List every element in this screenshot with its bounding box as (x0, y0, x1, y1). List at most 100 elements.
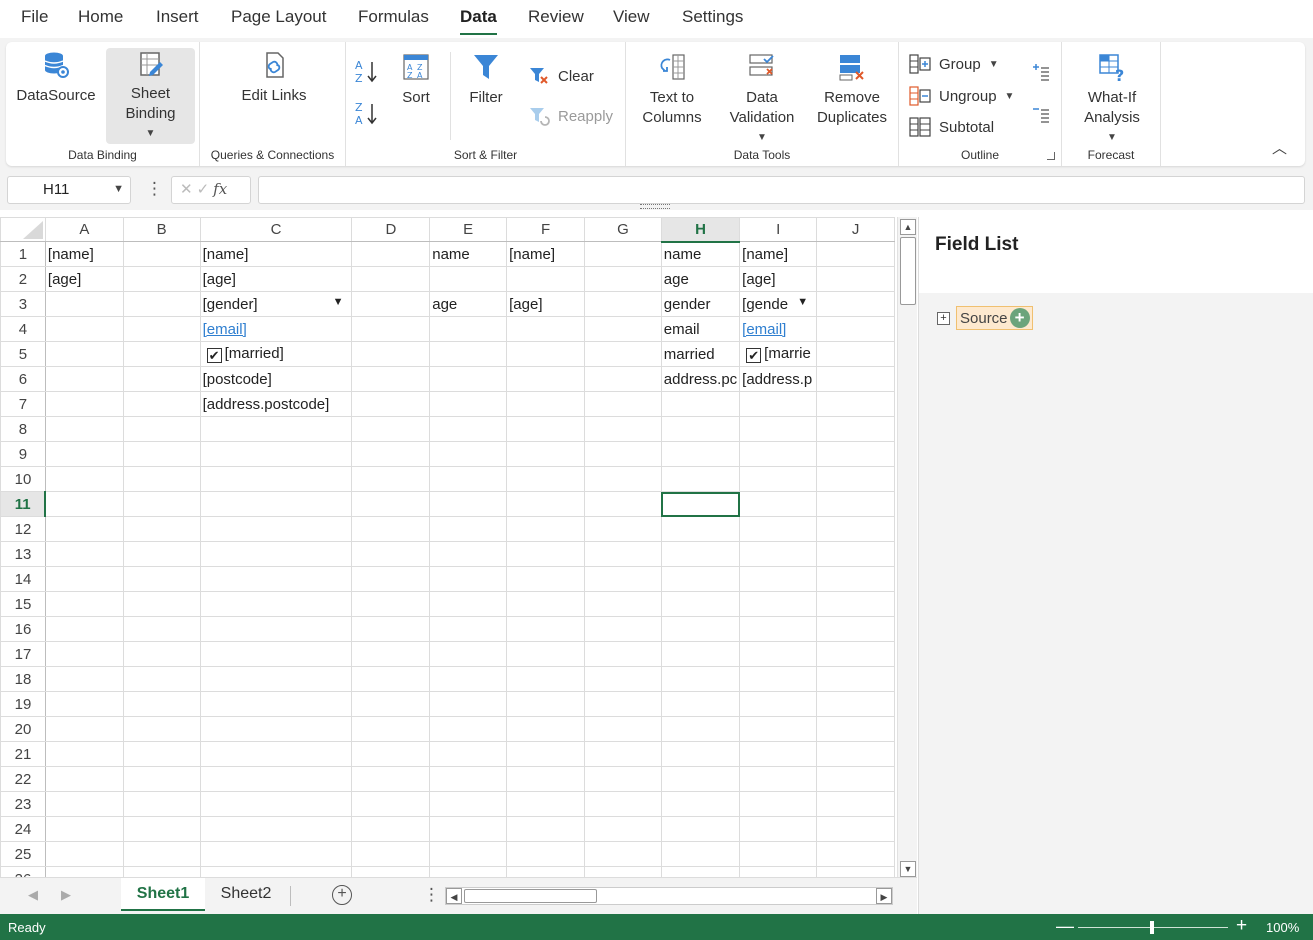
checkbox[interactable]: ✔ (746, 348, 762, 363)
cell-D20[interactable] (351, 716, 431, 742)
cell-C6[interactable]: [postcode] (199, 366, 353, 392)
menu-settings[interactable]: Settings (682, 7, 743, 27)
cell-A8[interactable] (44, 416, 124, 442)
cell-F18[interactable] (506, 666, 586, 692)
prev-sheet-icon[interactable]: ◀ (28, 887, 38, 903)
collapse-ribbon-icon[interactable]: ︿ (1272, 137, 1287, 158)
column-header[interactable]: G (584, 217, 662, 242)
formula-input[interactable] (258, 176, 1305, 204)
row-header[interactable]: 23 (0, 791, 46, 817)
cell-J12[interactable] (816, 516, 895, 542)
cell-I17[interactable] (739, 641, 818, 667)
cell-B26[interactable] (122, 866, 201, 877)
clear-filter-button[interactable]: Clear (528, 66, 594, 86)
cell-B8[interactable] (122, 416, 201, 442)
resize-grip[interactable] (640, 204, 670, 209)
dialog-launcher-icon[interactable] (1047, 152, 1055, 160)
cell-J22[interactable] (816, 766, 895, 792)
cell-B20[interactable] (122, 716, 201, 742)
cell-F23[interactable] (506, 791, 586, 817)
cell-F16[interactable] (506, 616, 586, 642)
cell-C18[interactable] (199, 666, 353, 692)
edit-links-button[interactable]: Edit Links (224, 50, 324, 130)
menu-formulas[interactable]: Formulas (358, 7, 429, 27)
cell-J7[interactable] (816, 391, 895, 417)
scroll-up-icon[interactable]: ▲ (900, 219, 916, 235)
cell-G23[interactable] (584, 791, 662, 817)
cell-D21[interactable] (351, 741, 431, 767)
cell-I11[interactable] (739, 491, 818, 517)
cell-I20[interactable] (739, 716, 818, 742)
cell-J9[interactable] (816, 441, 895, 467)
source-node[interactable]: Source + (956, 306, 1033, 330)
cell-C19[interactable] (199, 691, 353, 717)
cell-J8[interactable] (816, 416, 895, 442)
cell-G21[interactable] (584, 741, 662, 767)
cell-F22[interactable] (506, 766, 586, 792)
cell-C22[interactable] (199, 766, 353, 792)
cell-B23[interactable] (122, 791, 201, 817)
cell-A19[interactable] (44, 691, 124, 717)
cell-G6[interactable] (584, 366, 662, 392)
scroll-right-icon[interactable]: ▶ (876, 888, 892, 904)
cell-J26[interactable] (816, 866, 895, 877)
row-header[interactable]: 22 (0, 766, 46, 792)
cell-I8[interactable] (739, 416, 818, 442)
cell-F25[interactable] (506, 841, 586, 867)
cell-B19[interactable] (122, 691, 201, 717)
row-header[interactable]: 12 (0, 516, 46, 542)
row-header[interactable]: 10 (0, 466, 46, 492)
cell-I25[interactable] (739, 841, 818, 867)
cell-A4[interactable] (44, 316, 124, 342)
cell-B9[interactable] (122, 441, 201, 467)
dropdown-arrow-icon[interactable]: ▼ (333, 296, 344, 308)
more-options-icon[interactable]: ⋮ (146, 179, 163, 199)
row-header[interactable]: 24 (0, 816, 46, 842)
cell-H6[interactable]: address.pc (660, 366, 741, 392)
what-if-analysis-button[interactable]: ? What-If Analysis ▼ (1068, 52, 1156, 148)
cell-D23[interactable] (351, 791, 431, 817)
cell-G3[interactable] (584, 291, 662, 317)
cell-F2[interactable] (506, 266, 586, 292)
cell-C5[interactable]: ✔ [married] (199, 341, 353, 367)
cell-I12[interactable] (739, 516, 818, 542)
cell-D6[interactable] (351, 366, 431, 392)
cell-I9[interactable] (739, 441, 818, 467)
cell-B24[interactable] (122, 816, 201, 842)
cell-H7[interactable] (660, 391, 741, 417)
menu-page-layout[interactable]: Page Layout (231, 7, 326, 27)
next-sheet-icon[interactable]: ▶ (61, 887, 71, 903)
reapply-button[interactable]: Reapply (528, 106, 613, 126)
more-options-icon[interactable]: ⋮ (423, 885, 440, 905)
cell-I21[interactable] (739, 741, 818, 767)
cell-H13[interactable] (660, 541, 741, 567)
cell-I24[interactable] (739, 816, 818, 842)
cell-H22[interactable] (660, 766, 741, 792)
tab-sheet2[interactable]: Sheet2 (206, 878, 286, 911)
ungroup-button[interactable]: Ungroup ▼ (909, 86, 1014, 106)
cancel-icon[interactable]: ✕ (180, 181, 197, 198)
cell-E20[interactable] (429, 716, 508, 742)
sheet-binding-button[interactable]: Sheet Binding ▼ (106, 48, 195, 144)
cell-C23[interactable] (199, 791, 353, 817)
cell-G16[interactable] (584, 616, 662, 642)
cell-I26[interactable] (739, 866, 818, 877)
cell-F6[interactable] (506, 366, 586, 392)
cell-A2[interactable]: [age] (44, 266, 124, 292)
cell-I23[interactable] (739, 791, 818, 817)
cell-A12[interactable] (44, 516, 124, 542)
cell-J23[interactable] (816, 791, 895, 817)
cell-E23[interactable] (429, 791, 508, 817)
cell-I13[interactable] (739, 541, 818, 567)
cell-E3[interactable]: age (429, 291, 508, 317)
cell-C15[interactable] (199, 591, 353, 617)
cell-A15[interactable] (44, 591, 124, 617)
cell-H3[interactable]: gender (660, 291, 741, 317)
cell-D2[interactable] (351, 266, 431, 292)
cell-J10[interactable] (816, 466, 895, 492)
cell-E19[interactable] (429, 691, 508, 717)
cell-H23[interactable] (660, 791, 741, 817)
cell-J6[interactable] (816, 366, 895, 392)
column-header[interactable]: H (660, 217, 741, 243)
cell-C9[interactable] (199, 441, 353, 467)
